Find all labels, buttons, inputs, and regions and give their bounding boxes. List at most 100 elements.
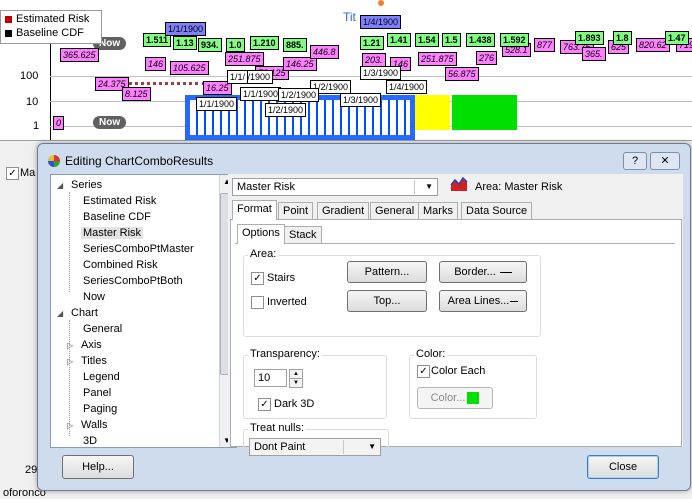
legend-item-estimated-risk: Estimated Risk <box>5 13 89 27</box>
tree-item-label: SeriesComboPtBoth <box>83 275 183 287</box>
color-button[interactable]: Color... <box>417 387 493 409</box>
help-title-button[interactable]: ? <box>623 152 647 170</box>
data-label: 1.5 <box>442 33 461 47</box>
chart-title-fragment: Tit <box>343 10 356 24</box>
tree-item-label: General <box>83 323 123 335</box>
tab-gradient[interactable]: Gradient <box>317 202 370 220</box>
tree-item-label: Series <box>71 179 103 191</box>
data-label: 1.21 <box>360 36 384 50</box>
dropdown-divider <box>414 180 415 194</box>
line-style-icon <box>510 300 519 302</box>
y-axis-line <box>50 36 51 140</box>
tree-item[interactable]: Master Risk <box>81 227 144 239</box>
data-label: 885. <box>283 38 307 52</box>
subtab-stack[interactable]: Stack <box>284 226 322 244</box>
tab-general[interactable]: General <box>370 202 420 220</box>
tree-item[interactable]: 3D <box>81 435 99 447</box>
tree-item[interactable]: SeriesComboPtMaster <box>81 243 196 255</box>
data-label: 1/4/1900 <box>386 80 428 94</box>
tree-item[interactable]: Baseline CDF <box>81 211 153 223</box>
tree-item[interactable]: Now <box>81 291 107 303</box>
inverted-checkbox[interactable] <box>251 296 264 309</box>
data-label: 146.25 <box>283 57 317 71</box>
top-button[interactable]: Top... <box>347 290 427 312</box>
data-label: 1/3/1900 <box>340 93 382 107</box>
background-checkbox-label: Ma <box>20 167 36 179</box>
transparency-group-title: Transparency: <box>248 348 322 360</box>
expand-icon[interactable]: ▷ <box>67 341 79 350</box>
collapse-icon[interactable]: ◢ <box>57 309 69 318</box>
treat-nulls-select[interactable]: Dont Paint ▼ <box>249 438 381 456</box>
transparency-input[interactable]: 10 <box>254 369 287 387</box>
dark-3d-checkbox[interactable]: ✓ <box>258 398 271 411</box>
tree-item[interactable]: Panel <box>81 387 113 399</box>
y-tick-10: 10 <box>26 96 39 108</box>
color-each-label: Color Each <box>431 365 486 377</box>
tree-item[interactable]: Estimated Risk <box>81 195 158 207</box>
teechart-logo-icon <box>48 155 60 167</box>
tree-item[interactable]: General <box>81 323 124 335</box>
tree-item[interactable]: Legend <box>81 371 122 383</box>
tree-item-label: Master Risk <box>83 227 142 239</box>
editor-right-pane: Master Risk ▼ Area: Master Risk Format P… <box>228 174 683 456</box>
dark-3d-label: Dark 3D <box>274 398 315 410</box>
background-checkbox[interactable]: ✓ <box>6 167 19 180</box>
subtab-options[interactable]: Options <box>237 224 285 244</box>
area-lines-button[interactable]: Area Lines... <box>439 290 527 312</box>
data-label: 1/1/1900 <box>196 97 238 111</box>
color-group-title: Color: <box>414 348 448 360</box>
chart-legend: Estimated Risk Baseline CDF <box>0 10 102 44</box>
editor-tree[interactable]: ◢ Series Estimated Risk Baseline CDF Master … <box>50 174 237 448</box>
background-field-label: 29 <box>25 464 38 476</box>
data-label: 276 <box>476 51 498 65</box>
stairs-checkbox[interactable]: ✓ <box>251 272 264 285</box>
data-label: 1.41 <box>387 33 411 47</box>
tree-item[interactable]: Combined Risk <box>81 259 160 271</box>
color-each-checkbox[interactable]: ✓ <box>417 365 430 378</box>
stairs-label: Stairs <box>267 272 296 284</box>
close-title-button[interactable]: ✕ <box>650 152 680 170</box>
tree-item[interactable]: SeriesComboPtBoth <box>81 275 185 287</box>
color-swatch <box>467 392 480 405</box>
chevron-down-icon: ▼ <box>425 182 433 191</box>
tree-item[interactable]: ◢ Series <box>57 179 104 292</box>
editing-dialog: Editing ChartComboResults ? ✕ ◢ Series Est… <box>37 143 691 491</box>
tree-item[interactable]: Paging <box>81 403 119 415</box>
close-icon: ✕ <box>660 155 670 167</box>
data-label: 1.592 <box>500 33 529 47</box>
background-divider <box>0 140 692 141</box>
tab-format[interactable]: Format <box>232 200 277 220</box>
tree-item-label: SeriesComboPtMaster <box>83 243 194 255</box>
border-button[interactable]: Border... <box>439 261 527 283</box>
tree-item[interactable]: ◢ Chart <box>57 307 100 436</box>
series-select[interactable]: Master Risk ▼ <box>232 178 438 196</box>
transparency-stepper[interactable]: ▲ ▼ <box>289 369 303 388</box>
data-label: 1/2/1900 <box>278 88 320 102</box>
data-label: 365.625 <box>60 48 99 62</box>
help-button[interactable]: Help... <box>62 455 134 479</box>
data-label: 446.8 <box>310 45 339 59</box>
tree-item[interactable]: ▷ Axis <box>67 339 104 351</box>
tab-point[interactable]: Point <box>278 202 314 220</box>
data-label: 203. <box>362 53 386 67</box>
chevron-down-icon: ▼ <box>368 442 376 451</box>
data-label: 1.47 <box>665 31 689 45</box>
chart-scroll-handle[interactable] <box>378 0 384 6</box>
tab-marks[interactable]: Marks <box>418 202 458 220</box>
expand-icon[interactable]: ▷ <box>67 421 79 430</box>
data-label: 1.210 <box>250 36 279 50</box>
close-button[interactable]: Close <box>587 455 659 479</box>
area-series-icon <box>450 176 468 192</box>
pattern-button[interactable]: Pattern... <box>347 261 427 283</box>
tab-data-source[interactable]: Data Source <box>461 202 533 220</box>
data-label: 1/4/1900 <box>360 15 402 29</box>
collapse-icon[interactable]: ◢ <box>57 181 69 190</box>
tree-item-label: Combined Risk <box>83 259 158 271</box>
legend-item-baseline-cdf: Baseline CDF <box>5 27 84 41</box>
tree-item[interactable]: ▷ Walls <box>67 419 109 431</box>
tree-item[interactable]: ▷ Titles <box>67 355 109 367</box>
chart-area-green-block <box>452 95 517 130</box>
stepper-down-icon[interactable]: ▼ <box>289 378 303 388</box>
data-label: 105.625 <box>170 61 209 75</box>
expand-icon[interactable]: ▷ <box>67 357 79 366</box>
